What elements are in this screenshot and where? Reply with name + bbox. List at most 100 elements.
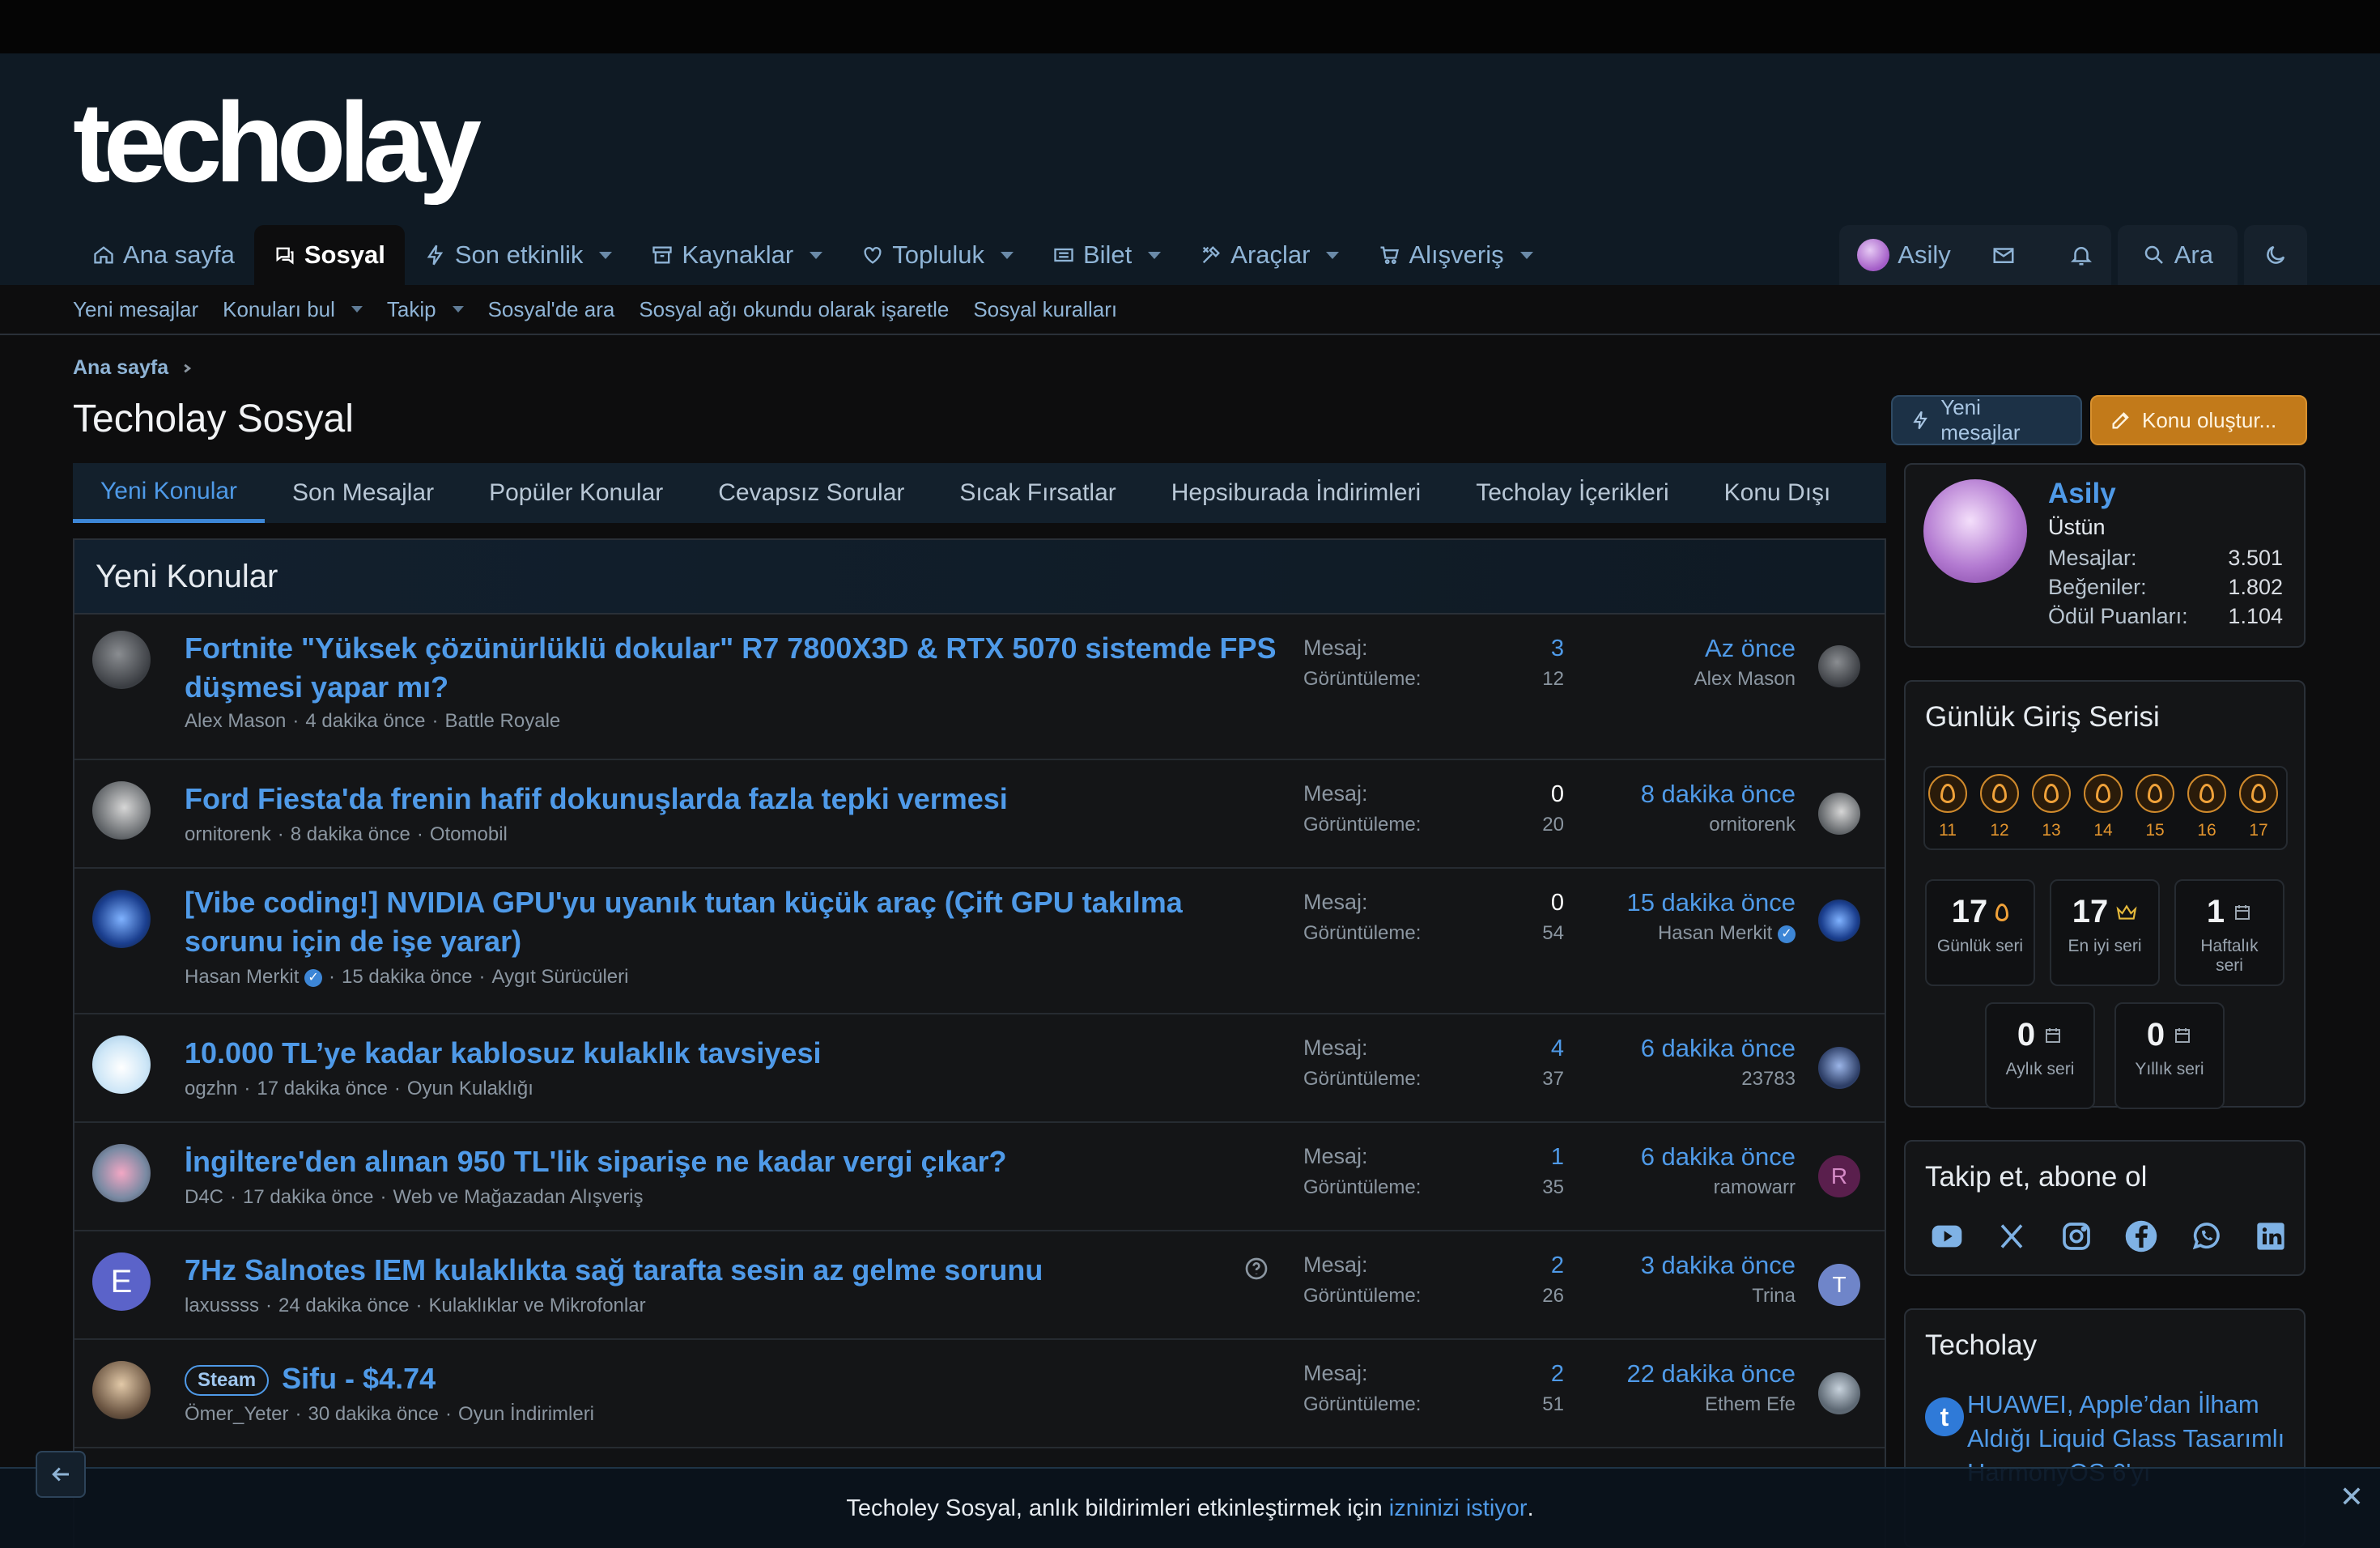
avatar[interactable] <box>1923 479 2027 583</box>
thread-title[interactable]: 7Hz Salnotes IEM kulaklıkta sağ tarafta … <box>185 1251 1286 1290</box>
chevron-down-icon[interactable] <box>351 306 363 313</box>
tab-off-topic[interactable]: Konu Dışı <box>1697 463 1859 523</box>
last-post-user[interactable]: Ethem Efe <box>1705 1393 1796 1416</box>
table-row[interactable]: Steam Sifu - $4.74 Ömer_Yeter · 30 dakika … <box>74 1340 1885 1448</box>
thread-forum[interactable]: Otomobil <box>430 823 508 845</box>
last-post-user[interactable]: Trina <box>1752 1285 1796 1308</box>
avatar[interactable] <box>92 1144 151 1202</box>
search-button[interactable]: Ara <box>2117 225 2238 285</box>
avatar[interactable]: R <box>1818 1155 1860 1197</box>
avatar[interactable]: E <box>92 1252 151 1311</box>
thread-forum[interactable]: Web ve Mağazadan Alışveriş <box>393 1186 643 1208</box>
thread-time[interactable]: 4 dakika önce <box>305 710 425 732</box>
close-icon[interactable]: ✕ <box>2340 1480 2364 1514</box>
thread-title[interactable]: [Vibe coding!] NVIDIA GPU'yu uyanık tuta… <box>185 883 1286 961</box>
x-icon[interactable] <box>1995 1219 2029 1253</box>
thread-title[interactable]: Ford Fiesta'da frenin hafif dokunuşlarda… <box>185 780 1286 819</box>
site-logo[interactable]: techolay <box>73 86 482 199</box>
last-post-time[interactable]: 8 dakika önce <box>1641 780 1796 809</box>
thread-author[interactable]: D4C <box>185 1186 223 1208</box>
avatar[interactable] <box>92 1361 151 1419</box>
thread-title[interactable]: 10.000 TL’ye kadar kablosuz kulaklık tav… <box>185 1034 1286 1073</box>
nav-home[interactable]: Ana sayfa <box>73 225 254 285</box>
tab-latest-posts[interactable]: Son Mesajlar <box>265 463 461 523</box>
last-post-time[interactable]: 15 dakika önce <box>1626 888 1796 917</box>
table-row[interactable]: 10.000 TL’ye kadar kablosuz kulaklık tav… <box>74 1014 1885 1123</box>
last-post-user[interactable]: ramowarr <box>1714 1176 1796 1199</box>
youtube-icon[interactable] <box>1930 1219 1964 1253</box>
bell-icon[interactable] <box>2069 243 2093 267</box>
mail-icon[interactable] <box>1991 243 2016 267</box>
tab-hepsiburada[interactable]: Hepsiburada İndirimleri <box>1144 463 1448 523</box>
thread-forum[interactable]: Battle Royale <box>445 710 561 732</box>
avatar[interactable] <box>1818 1047 1860 1089</box>
thread-forum[interactable]: Oyun İndirimleri <box>458 1403 594 1425</box>
avatar[interactable] <box>1818 645 1860 687</box>
thread-time[interactable]: 17 dakika önce <box>243 1186 373 1208</box>
last-post-time[interactable]: 6 dakika önce <box>1641 1034 1796 1063</box>
table-row[interactable]: Ford Fiesta'da frenin hafif dokunuşlarda… <box>74 760 1885 869</box>
nav-recent-activity[interactable]: Son etkinlik <box>405 225 632 285</box>
chevron-down-icon[interactable] <box>1519 251 1533 259</box>
avatar[interactable] <box>92 631 151 689</box>
theme-toggle-button[interactable] <box>2244 225 2307 285</box>
nav-shopping[interactable]: Alışveriş <box>1358 225 1552 285</box>
chevron-down-icon[interactable] <box>599 251 613 259</box>
avatar[interactable] <box>92 1036 151 1094</box>
account-button[interactable]: Asily <box>1839 225 2111 285</box>
table-row[interactable]: [Vibe coding!] NVIDIA GPU'yu uyanık tuta… <box>74 869 1885 1014</box>
thread-forum[interactable]: Oyun Kulaklığı <box>407 1078 533 1099</box>
tab-hot-deals[interactable]: Sıcak Fırsatlar <box>932 463 1143 523</box>
last-post-user-name[interactable]: Hasan Merkit <box>1658 922 1772 944</box>
thread-time[interactable]: 30 dakika önce <box>308 1403 439 1425</box>
subnav-mark-read[interactable]: Sosyal ağı okundu olarak işaretle <box>639 297 949 322</box>
last-post-time[interactable]: 6 dakika önce <box>1641 1142 1796 1172</box>
thread-title-text[interactable]: Sifu - $4.74 <box>282 1362 436 1395</box>
last-post-time[interactable]: 3 dakika önce <box>1641 1251 1796 1280</box>
subnav-search-social[interactable]: Sosyal'de ara <box>488 297 615 322</box>
chevron-down-icon[interactable] <box>1326 251 1340 259</box>
last-post-user[interactable]: ornitorenk <box>1709 814 1796 836</box>
avatar[interactable] <box>1818 1372 1860 1414</box>
subnav-rules[interactable]: Sosyal kuralları <box>973 297 1117 322</box>
nav-community[interactable]: Topluluk <box>842 225 1033 285</box>
nav-social[interactable]: Sosyal <box>253 225 405 285</box>
profile-name[interactable]: Asily <box>2048 478 2116 510</box>
back-arrow-icon[interactable] <box>36 1451 86 1498</box>
last-post-time[interactable]: 22 dakika önce <box>1626 1359 1796 1389</box>
whatsapp-icon[interactable] <box>2189 1219 2223 1253</box>
subnav-new-messages[interactable]: Yeni mesajlar <box>73 297 198 322</box>
nav-tools[interactable]: Araçlar <box>1180 225 1358 285</box>
last-post-user[interactable]: 23783 <box>1741 1068 1796 1091</box>
thread-title[interactable]: İngiltere'den alınan 950 TL'lik siparişe… <box>185 1142 1286 1181</box>
avatar[interactable] <box>1818 793 1860 835</box>
tab-techolay-content[interactable]: Techolay İçerikleri <box>1448 463 1696 523</box>
avatar[interactable] <box>1818 899 1860 942</box>
thread-time[interactable]: 8 dakika önce <box>291 823 410 845</box>
new-messages-button[interactable]: Yeni mesajlar <box>1891 395 2082 445</box>
thread-forum[interactable]: Kulaklıklar ve Mikrofonlar <box>428 1295 645 1316</box>
last-post-time[interactable]: Az önce <box>1705 634 1796 663</box>
thread-time[interactable]: 17 dakika önce <box>257 1078 387 1099</box>
avatar[interactable] <box>92 781 151 840</box>
instagram-icon[interactable] <box>2059 1219 2093 1253</box>
last-post-user[interactable]: Alex Mason <box>1694 668 1796 691</box>
breadcrumb-home[interactable]: Ana sayfa <box>73 356 168 380</box>
thread-time[interactable]: 15 dakika önce <box>342 966 472 988</box>
chevron-down-icon[interactable] <box>810 251 823 259</box>
linkedin-icon[interactable] <box>2254 1219 2288 1253</box>
table-row[interactable]: İngiltere'den alınan 950 TL'lik siparişe… <box>74 1123 1885 1231</box>
tab-new-threads[interactable]: Yeni Konular <box>73 463 266 523</box>
thread-author[interactable]: Ömer_Yeter <box>185 1403 289 1425</box>
chevron-down-icon[interactable] <box>452 306 464 313</box>
thread-author[interactable]: Alex Mason <box>185 710 286 732</box>
tab-unanswered[interactable]: Cevapsız Sorular <box>691 463 932 523</box>
subnav-find-threads[interactable]: Konuları bul <box>223 297 363 322</box>
table-row[interactable]: Fortnite "Yüksek çözünürlüklü dokular" R… <box>74 615 1885 760</box>
table-row[interactable]: E 7Hz Salnotes IEM kulaklıkta sağ taraft… <box>74 1231 1885 1340</box>
notification-permission-link[interactable]: izninizi istiyor <box>1389 1495 1528 1522</box>
chevron-down-icon[interactable] <box>1000 251 1014 259</box>
avatar[interactable] <box>92 890 151 948</box>
chevron-down-icon[interactable] <box>1148 251 1162 259</box>
tab-popular[interactable]: Popüler Konular <box>461 463 691 523</box>
